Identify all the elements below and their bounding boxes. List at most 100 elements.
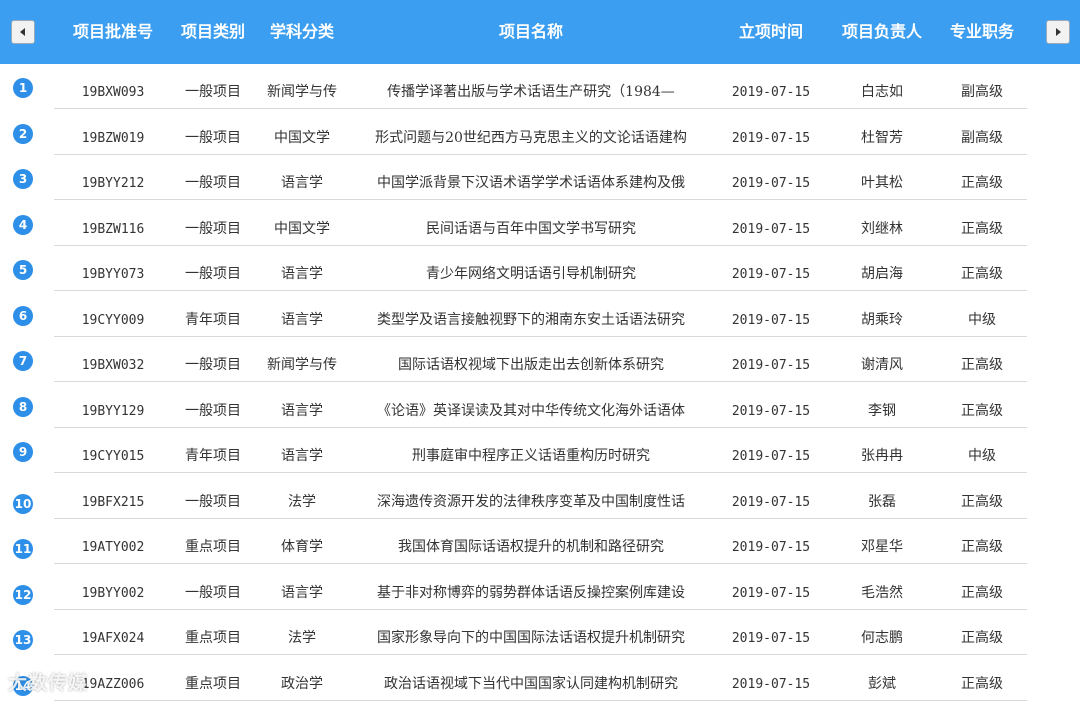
row-number-badge: 13 — [13, 630, 33, 650]
row-subject: 法学 — [288, 630, 316, 646]
row-leader: 毛浩然 — [861, 584, 903, 601]
column-header-title: 专业职务 — [949, 22, 1014, 41]
chevron-left-icon — [20, 28, 25, 36]
table-header: 项目批准号 项目类别 学科分类 项目名称 立项时间 项目负责人 专业职务 — [0, 0, 1080, 64]
row-type: 一般项目 — [185, 357, 241, 373]
row-type: 一般项目 — [185, 220, 241, 237]
prev-page-button[interactable] — [11, 20, 35, 44]
table-row[interactable]: 13 19AFX024 重点项目 法学 国家形象导向下的中国国际法话语权提升机制研究 20… — [0, 610, 1080, 655]
row-id: 19CYY009 — [81, 312, 145, 328]
row-subject: 新闻学与传 — [267, 84, 337, 100]
row-id: 19ATY002 — [81, 540, 145, 555]
row-title: 正高级 — [961, 266, 1003, 282]
row-subject: 中国文学 — [274, 129, 330, 146]
row-type: 青年项目 — [185, 448, 241, 464]
row-project-name[interactable]: 青少年网络文明话语引导机制研究 — [350, 246, 712, 291]
row-date: 2019-07-15 — [731, 176, 811, 191]
row-type: 一般项目 — [185, 84, 241, 100]
row-leader: 张磊 — [868, 493, 896, 510]
row-project-name[interactable]: 形式问题与20世纪西方马克思主义的文论话语建构 — [350, 110, 712, 155]
row-leader: 李钢 — [868, 402, 896, 419]
table-row[interactable]: 1 19BXW093 一般项目 新闻学与传 传播学译著出版与学术话语生产研究（1984—… — [0, 64, 1080, 109]
row-leader: 胡乘玲 — [861, 311, 903, 328]
row-id: 19BZW019 — [81, 130, 145, 146]
row-number-badge: 3 — [13, 169, 33, 189]
row-number-badge: 6 — [13, 305, 33, 326]
row-date: 2019-07-15 — [731, 540, 811, 555]
row-leader: 叶其松 — [861, 175, 903, 191]
row-project-name[interactable]: 传播学译著出版与学术话语生产研究（1984— — [350, 64, 712, 109]
row-project-name[interactable]: 我国体育国际话语权提升的机制和路径研究 — [350, 519, 712, 564]
row-leader: 胡启海 — [861, 266, 903, 282]
table-row[interactable]: 2 19BZW019 一般项目 中国文学 形式问题与20世纪西方马克思主义的文论话语建构… — [0, 110, 1080, 155]
table-row[interactable]: 7 19BXW032 一般项目 新闻学与传 国际话语权视域下出版走出去创新体系研究 201… — [0, 337, 1080, 382]
row-date: 2019-07-15 — [731, 130, 811, 146]
column-header-id: 项目批准号 — [72, 22, 153, 41]
row-title: 正高级 — [961, 539, 1003, 555]
row-type: 一般项目 — [185, 129, 241, 146]
row-leader: 杜智芳 — [861, 129, 903, 146]
row-date: 2019-07-15 — [731, 267, 811, 282]
row-project-name[interactable]: 民间话语与百年中国文学书写研究 — [350, 201, 712, 246]
row-type: 青年项目 — [185, 311, 241, 328]
row-number-badge: 8 — [13, 396, 33, 417]
table-row[interactable]: 9 19CYY015 青年项目 语言学 刑事庭审中程序正义话语重构历时研究 2019-07… — [0, 428, 1080, 473]
row-title: 正高级 — [961, 493, 1003, 510]
row-date: 2019-07-15 — [731, 221, 811, 237]
row-project-name[interactable]: 基于非对称博弈的弱势群体话语反操控案例库建设 — [350, 565, 712, 610]
row-number-badge: 10 — [13, 493, 33, 514]
row-type: 一般项目 — [185, 584, 241, 601]
next-page-button[interactable] — [1046, 20, 1070, 44]
row-number-badge: 2 — [13, 123, 33, 144]
row-number-badge: 7 — [13, 351, 33, 371]
row-leader: 张冉冉 — [861, 448, 903, 464]
row-title: 正高级 — [961, 584, 1003, 601]
row-project-name[interactable]: 政治话语视域下当代中国国家认同建构机制研究 — [350, 656, 712, 701]
row-subject: 语言学 — [281, 584, 323, 601]
table-row[interactable]: 4 19BZW116 一般项目 中国文学 民间话语与百年中国文学书写研究 2019-07-… — [0, 201, 1080, 246]
column-header-subject: 学科分类 — [269, 22, 334, 41]
row-type: 重点项目 — [185, 675, 241, 692]
row-leader: 邓星华 — [861, 539, 903, 555]
row-project-name[interactable]: 国际话语权视域下出版走出去创新体系研究 — [350, 337, 712, 382]
row-title: 中级 — [968, 448, 996, 464]
row-leader: 何志鹏 — [861, 630, 903, 646]
row-subject: 政治学 — [281, 675, 323, 692]
row-title: 中级 — [968, 311, 996, 328]
row-date: 2019-07-15 — [731, 85, 811, 100]
table-row[interactable]: 14 19AZZ006 重点项目 政治学 政治话语视域下当代中国国家认同建构机制研究 20… — [0, 656, 1080, 701]
row-date: 2019-07-15 — [731, 449, 811, 464]
table-row[interactable]: 6 19CYY009 青年项目 语言学 类型学及语言接触视野下的湘南东安土话语法研究 20… — [0, 292, 1080, 337]
row-project-name[interactable]: 类型学及语言接触视野下的湘南东安土话语法研究 — [350, 292, 712, 337]
row-project-name[interactable]: 《论语》英译误读及其对中华传统文化海外话语体 — [350, 383, 712, 428]
chevron-right-icon — [1056, 28, 1061, 36]
row-id: 19BYY212 — [81, 176, 145, 191]
table-row[interactable]: 8 19BYY129 一般项目 语言学 《论语》英译误读及其对中华传统文化海外话语体 20… — [0, 383, 1080, 428]
table-row[interactable]: 5 19BYY073 一般项目 语言学 青少年网络文明话语引导机制研究 2019-07-1… — [0, 246, 1080, 291]
row-date: 2019-07-15 — [731, 312, 811, 328]
column-header-date: 立项时间 — [738, 22, 803, 41]
row-id: 19BFX215 — [81, 494, 145, 510]
row-subject: 语言学 — [281, 311, 323, 328]
row-title: 正高级 — [961, 175, 1003, 191]
row-project-name[interactable]: 中国学派背景下汉语术语学学术话语体系建构及俄 — [350, 155, 712, 200]
row-subject: 中国文学 — [274, 220, 330, 237]
table-row[interactable]: 3 19BYY212 一般项目 语言学 中国学派背景下汉语术语学学术话语体系建构及俄 20… — [0, 155, 1080, 200]
row-date: 2019-07-15 — [731, 676, 811, 692]
row-type: 一般项目 — [185, 266, 241, 282]
row-number-badge: 9 — [13, 442, 33, 462]
column-header-leader: 项目负责人 — [841, 22, 922, 41]
row-project-name[interactable]: 刑事庭审中程序正义话语重构历时研究 — [350, 428, 712, 473]
watermark: 大数传媒 — [8, 672, 89, 694]
row-subject: 语言学 — [281, 175, 323, 191]
row-project-name[interactable]: 深海遗传资源开发的法律秩序变革及中国制度性话 — [350, 474, 712, 519]
row-type: 一般项目 — [185, 493, 241, 510]
row-type: 重点项目 — [185, 630, 241, 646]
row-date: 2019-07-15 — [731, 631, 811, 646]
table-row[interactable]: 12 19BYY002 一般项目 语言学 基于非对称博弈的弱势群体话语反操控案例库建设 2… — [0, 565, 1080, 610]
row-number-badge: 11 — [13, 539, 33, 559]
table-row[interactable]: 11 19ATY002 重点项目 体育学 我国体育国际话语权提升的机制和路径研究 2019… — [0, 519, 1080, 564]
table-row[interactable]: 10 19BFX215 一般项目 法学 深海遗传资源开发的法律秩序变革及中国制度性话 20… — [0, 474, 1080, 519]
row-project-name[interactable]: 国家形象导向下的中国国际法话语权提升机制研究 — [350, 610, 712, 655]
row-title: 副高级 — [961, 84, 1003, 100]
